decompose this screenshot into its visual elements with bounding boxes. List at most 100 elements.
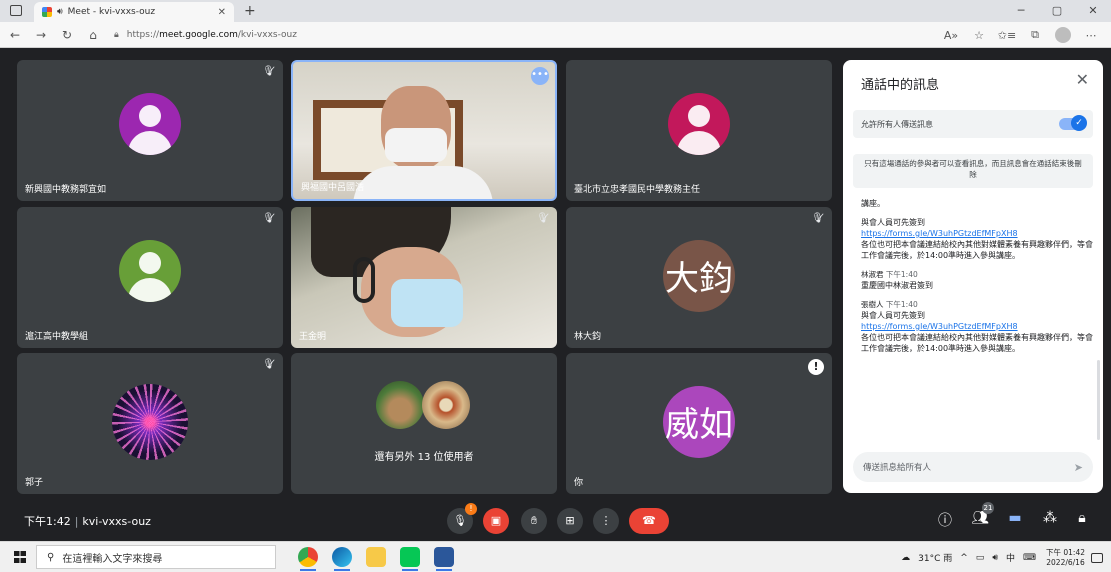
avatar (119, 92, 181, 155)
weather-icon[interactable]: ☁︎ (901, 553, 910, 563)
line-app-icon[interactable] (400, 547, 420, 571)
more-options-button[interactable]: ⋮ (593, 508, 619, 534)
allow-messages-toggle[interactable] (1059, 115, 1087, 131)
mic-off-icon: 🎙︎̸ (811, 213, 824, 224)
chat-scrollbar[interactable] (1097, 360, 1100, 440)
microphone-button[interactable]: 🎙︎! (447, 503, 477, 534)
participant-tile[interactable]: 臺北市立忠孝國民中學教務主任 (566, 60, 832, 201)
forward-icon[interactable]: → (30, 28, 52, 42)
chat-icon[interactable]: ▬ (1005, 510, 1025, 526)
participants-icon[interactable]: 👥︎ 21 (970, 502, 994, 526)
favorites-icon[interactable]: ✩≡ (993, 29, 1021, 42)
avatar (668, 92, 730, 155)
others-count-label: 還有另外 13 位使用者 (374, 452, 474, 463)
more-options-icon[interactable]: ••• (531, 67, 549, 85)
present-button[interactable]: ⊞ (557, 508, 583, 534)
ime-indicator[interactable]: 中 (1006, 551, 1015, 564)
windows-taskbar: ⚲ 在這裡輸入文字來搜尋 ☁︎ 31°C 雨 ^ ▭ 🔊︎ 中 ⌨︎ 下午 01… (0, 541, 1111, 572)
message-text: 與會人員可先簽到 (861, 311, 925, 320)
meeting-controls-bar: 下午1:42 | kvi-vxxs-ouz 🎙︎! ▣ ✋︎ ⊞ ⋮ ☎︎ ⓘ 👥︎… (0, 501, 1111, 541)
meeting-info: 下午1:42 | kvi-vxxs-ouz (24, 515, 151, 528)
mic-warning-badge: ! (465, 503, 477, 515)
system-tray: ☁︎ 31°C 雨 ^ ▭ 🔊︎ 中 ⌨︎ 下午 01:42 2022/6/16 (897, 542, 1103, 572)
participant-tile[interactable]: 🎙︎̸ 滬江高中教學組 (17, 207, 283, 348)
notification-center-icon[interactable] (1091, 552, 1103, 563)
clock[interactable]: 下午 01:42 2022/6/16 (1046, 548, 1085, 568)
chat-messages[interactable]: 講座。 與會人員可先簽到 https://forms.gle/W3uhPGtzd… (861, 198, 1093, 446)
weather-text[interactable]: 31°C 雨 (918, 551, 952, 564)
participant-name: 滬江高中教學組 (25, 332, 89, 342)
chat-message: 與會人員可先簽到 https://forms.gle/W3uhPGtzdEfMF… (861, 217, 1093, 261)
tray-expand-icon[interactable]: ^ (960, 553, 968, 563)
chat-title: 通話中的訊息 (861, 78, 940, 93)
close-icon[interactable]: ✕ (1076, 70, 1089, 89)
read-aloud-icon[interactable]: A» (937, 29, 965, 42)
message-text: 講座。 (861, 199, 885, 208)
home-icon[interactable]: ⌂ (82, 28, 104, 42)
message-time: 下午1:40 (885, 270, 918, 279)
participant-video-tile[interactable]: 🎙︎̸ 王金明 (291, 207, 557, 348)
browser-tabbar: 🔊︎ Meet - kvi-vxxs-ouz ✕ + ─ ▢ ✕ (0, 0, 1111, 22)
tab-close-icon[interactable]: ✕ (218, 7, 226, 18)
meet-favicon-icon (42, 7, 52, 17)
other-participant-avatars (376, 381, 470, 429)
favorite-star-icon[interactable]: ☆ (965, 29, 993, 42)
participant-tile[interactable]: 🎙︎̸ 郭子 (17, 353, 283, 494)
speaker-icon[interactable]: 🔊︎ (57, 7, 63, 17)
url-field[interactable]: 🔒︎ https://meet.google.com/kvi-vxxs-ouz (114, 25, 874, 45)
participants-count-badge: 21 (982, 502, 994, 514)
browser-toolbar: A» ☆ ✩≡ ⧉ ⋯ (937, 22, 1105, 48)
participant-name: 王金明 (299, 332, 327, 342)
message-link[interactable]: https://forms.gle/W3uhPGtzdEfMFpXH8 (861, 321, 1093, 332)
url-path: /kvi-vxxs-ouz (237, 29, 297, 40)
participant-video-tile[interactable]: ••• 興福國中呂國浩 (291, 60, 557, 201)
meeting-time: 下午1:42 (24, 515, 71, 528)
participant-name: 新興國中教務郭宜如 (25, 185, 107, 195)
warning-icon[interactable]: ! (808, 359, 824, 375)
camera-off-button[interactable]: ▣ (483, 508, 509, 534)
network-icon[interactable]: ▭ (976, 553, 985, 563)
message-time: 下午1:40 (885, 300, 918, 309)
windows-start-icon[interactable] (14, 551, 26, 563)
send-icon[interactable]: ➤ (1074, 461, 1083, 474)
keyboard-icon[interactable]: ⌨︎ (1023, 553, 1036, 563)
close-window-button[interactable]: ✕ (1075, 0, 1111, 22)
word-app-icon[interactable] (434, 547, 454, 571)
collections-icon[interactable]: ⧉ (1021, 28, 1049, 42)
back-icon[interactable]: ← (4, 28, 26, 42)
raise-hand-button[interactable]: ✋︎ (521, 508, 547, 534)
profile-avatar[interactable] (1055, 27, 1071, 43)
refresh-icon[interactable]: ↻ (56, 28, 78, 42)
host-controls-icon[interactable]: 🔒︎ (1072, 510, 1092, 526)
volume-icon[interactable]: 🔊︎ (992, 553, 998, 563)
file-explorer-icon[interactable] (366, 547, 386, 567)
lock-icon[interactable]: 🔒︎ (114, 30, 119, 40)
meeting-details-icon[interactable]: ⓘ (935, 510, 955, 530)
taskbar-search[interactable]: ⚲ 在這裡輸入文字來搜尋 (36, 545, 276, 569)
chat-input-placeholder: 傳送訊息給所有人 (863, 463, 932, 473)
message-link[interactable]: https://forms.gle/W3uhPGtzdEfMFpXH8 (861, 228, 1093, 239)
message-text: 與會人員可先簽到 (861, 218, 925, 227)
tab-actions-icon[interactable] (10, 5, 22, 16)
avatar (422, 381, 470, 429)
tab-title: Meet - kvi-vxxs-ouz (67, 7, 156, 17)
window-controls: ─ ▢ ✕ (1003, 0, 1111, 22)
other-participants-tile[interactable]: 還有另外 13 位使用者 (291, 353, 557, 494)
minimize-button[interactable]: ─ (1003, 0, 1039, 22)
more-icon[interactable]: ⋯ (1077, 29, 1105, 42)
maximize-button[interactable]: ▢ (1039, 0, 1075, 22)
chat-input[interactable]: 傳送訊息給所有人 ➤ (853, 452, 1093, 482)
self-tile[interactable]: 威如 ! 你 (566, 353, 832, 494)
leave-call-button[interactable]: ☎︎ (629, 508, 669, 534)
taskbar-search-placeholder: 在這裡輸入文字來搜尋 (62, 553, 163, 565)
activities-icon[interactable]: ⁂ (1040, 510, 1060, 526)
participant-tile[interactable]: 大鈞 🎙︎̸ 林大鈞 (566, 207, 832, 348)
chat-panel: 通話中的訊息 ✕ 允許所有人傳送訊息 只有這場通話的參與者可以查看訊息，而且訊息… (843, 60, 1103, 493)
new-tab-button[interactable]: + (244, 3, 256, 19)
chat-message: 林淑君 下午1:40 重慶國中林淑君簽到 (861, 269, 1093, 291)
browser-tab[interactable]: 🔊︎ Meet - kvi-vxxs-ouz ✕ (34, 2, 234, 22)
participant-tile[interactable]: 🎙︎̸ 新興國中教務郭宜如 (17, 60, 283, 201)
chrome-app-icon[interactable] (298, 547, 318, 571)
edge-app-icon[interactable] (332, 547, 352, 571)
avatar (119, 239, 181, 302)
